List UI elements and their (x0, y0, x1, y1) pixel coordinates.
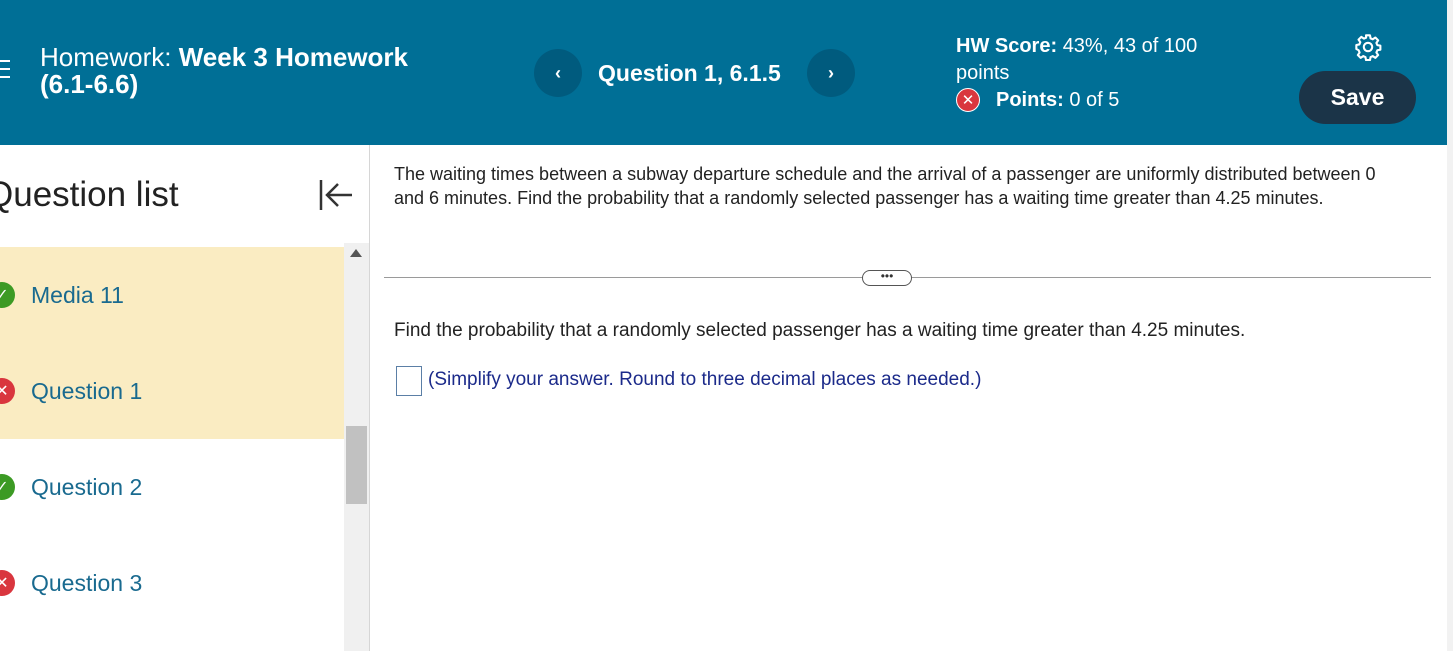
scrollbar-thumb[interactable] (346, 426, 367, 504)
question-list: ✓ Media 11 ✕ Question 1 ✓ Question 2 ✕ Q… (0, 247, 344, 631)
homework-title: Homework: Week 3 Homework (6.1-6.6) (40, 44, 408, 98)
points-label: Points: (996, 88, 1064, 111)
hw-score-value: 43%, 43 of 100 (1062, 35, 1198, 57)
current-question-label: Question 1, 6.1.5 (598, 60, 781, 86)
question-list-item-question-2[interactable]: ✓ Question 2 (0, 439, 344, 535)
gear-icon[interactable] (1354, 33, 1382, 61)
answer-hint: (Simplify your answer. Round to three de… (428, 369, 982, 390)
incorrect-icon: ✕ (0, 570, 15, 596)
homework-title-prefix: Homework: (40, 42, 172, 72)
hw-score-unit: points (956, 62, 1010, 84)
save-button[interactable]: Save (1299, 71, 1416, 124)
chevron-right-icon: › (828, 62, 834, 83)
incorrect-icon: ✕ (956, 88, 980, 112)
check-icon: ✓ (0, 282, 15, 308)
question-list-item-question-3[interactable]: ✕ Question 3 (0, 535, 344, 631)
question-list-panel: Question list ✓ Media 11 ✕ Question 1 ✓ … (0, 145, 370, 651)
question-text: The waiting times between a subway depar… (394, 164, 1376, 208)
points-value: 0 of 5 (1069, 88, 1120, 111)
question-prompt: Find the probability that a randomly sel… (394, 320, 1246, 341)
menu-icon[interactable] (0, 60, 10, 80)
scroll-up-arrow-icon[interactable] (350, 249, 362, 257)
collapse-panel-icon[interactable] (316, 176, 354, 214)
question-list-scrollbar[interactable] (344, 243, 369, 651)
question-list-item-question-1[interactable]: ✕ Question 1 (0, 343, 344, 439)
question-list-item-label: Question 1 (31, 377, 143, 404)
answer-input[interactable] (396, 366, 422, 396)
check-icon: ✓ (0, 474, 15, 500)
more-button[interactable]: ••• (862, 270, 912, 286)
next-question-button[interactable]: › (807, 49, 855, 97)
question-list-item-media-11[interactable]: ✓ Media 11 (0, 247, 344, 343)
homework-title-name: Week 3 Homework (178, 42, 408, 72)
top-header: Homework: Week 3 Homework (6.1-6.6) ‹ Qu… (0, 0, 1447, 145)
question-list-title: Question list (0, 175, 179, 214)
incorrect-icon: ✕ (0, 378, 15, 404)
homework-title-suffix: (6.1-6.6) (40, 69, 139, 99)
question-list-item-label: Question 2 (31, 473, 143, 500)
previous-question-button[interactable]: ‹ (534, 49, 582, 97)
hw-score: HW Score: 43%, 43 of 100 points (956, 33, 1246, 87)
points-status: ✕ Points: 0 of 5 (956, 88, 1119, 112)
question-list-item-label: Media 11 (31, 281, 124, 308)
hw-score-label: HW Score: (956, 35, 1058, 57)
question-list-item-label: Question 3 (31, 569, 143, 596)
window-edge (1447, 0, 1453, 651)
chevron-left-icon: ‹ (555, 62, 561, 83)
